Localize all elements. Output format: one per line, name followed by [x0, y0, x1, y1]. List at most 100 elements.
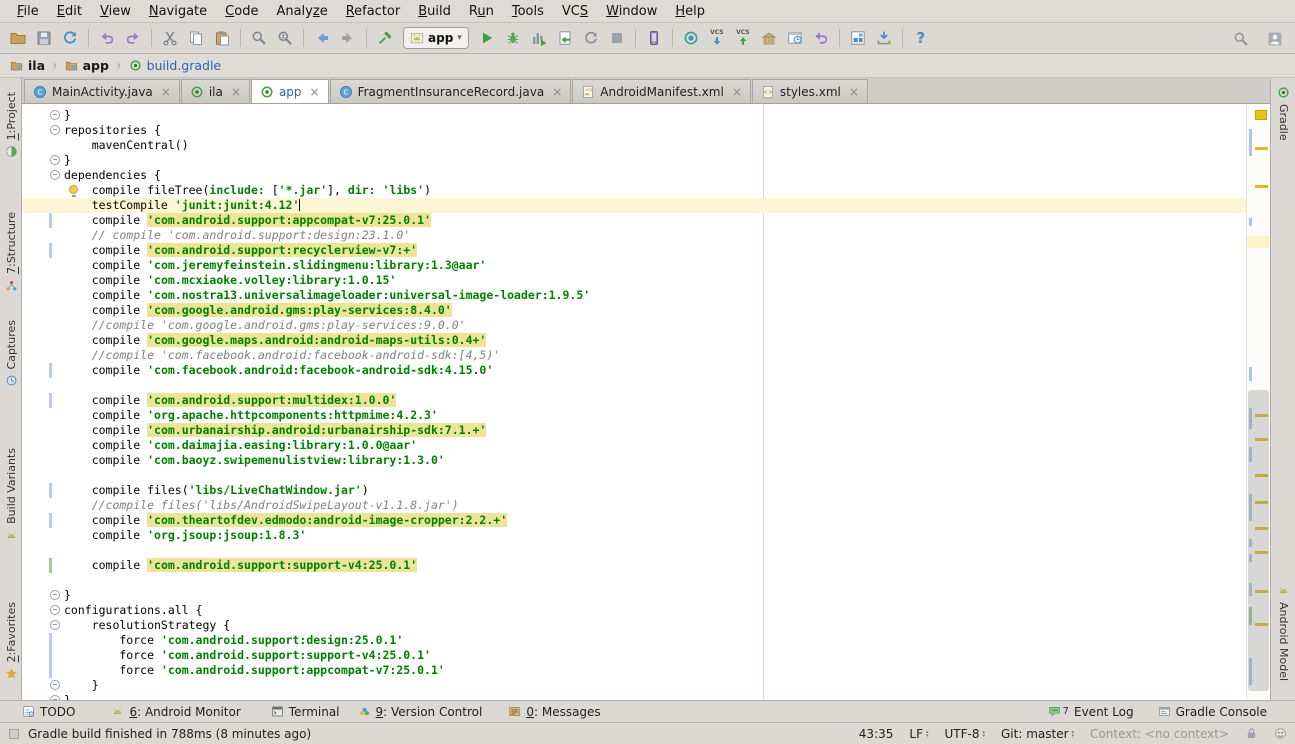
code-line[interactable]	[22, 468, 1246, 483]
menu-item-vcs[interactable]: VCS	[553, 4, 597, 19]
line-separator-widget[interactable]: LF ▴ ▾	[909, 727, 928, 741]
gutter[interactable]: −	[22, 123, 64, 138]
shelve-button[interactable]	[757, 26, 781, 50]
code-text[interactable]: }	[64, 588, 71, 603]
vcs-change-marker[interactable]	[49, 393, 52, 408]
code-text[interactable]: compile 'com.urbanairship.android:urbana…	[64, 423, 487, 438]
gutter[interactable]: −	[22, 678, 64, 693]
close-icon[interactable]: ×	[849, 85, 859, 99]
debug-button[interactable]	[501, 26, 525, 50]
fold-icon[interactable]: −	[50, 155, 60, 165]
code-text[interactable]: //compile files('libs/AndroidSwipeLayout…	[64, 498, 459, 513]
code-line[interactable]	[22, 543, 1246, 558]
gutter[interactable]	[22, 543, 64, 558]
code-text[interactable]: compile 'com.google.maps.android:android…	[64, 333, 487, 348]
code-line[interactable]: //compile 'com.facebook.android:facebook…	[22, 348, 1246, 363]
fold-icon[interactable]: −	[50, 170, 60, 180]
code-line[interactable]	[22, 378, 1246, 393]
gutter[interactable]	[22, 318, 64, 333]
tab-fragmentinsurancerecord-java[interactable]: C FragmentInsuranceRecord.java ×	[329, 79, 572, 103]
vcs-change-marker[interactable]	[49, 483, 52, 498]
tool-button-structure[interactable]: 7:Structure	[0, 212, 22, 292]
vcs-change-marker[interactable]	[49, 213, 52, 228]
code-line[interactable]: compile 'com.google.android.gms:play-ser…	[22, 303, 1246, 318]
avd-manager-button[interactable]	[642, 26, 666, 50]
gutter[interactable]	[22, 258, 64, 273]
gutter[interactable]	[22, 138, 64, 153]
code-line[interactable]: compile files('libs/LiveChatWindow.jar')	[22, 483, 1246, 498]
code-line[interactable]: compile 'com.baoyz.swipemenulistview:lib…	[22, 453, 1246, 468]
gutter[interactable]	[22, 513, 64, 528]
gutter[interactable]	[22, 363, 64, 378]
vcs-change-marker[interactable]	[49, 648, 52, 663]
gutter[interactable]	[22, 558, 64, 573]
fold-icon[interactable]: −	[50, 110, 60, 120]
gutter[interactable]	[22, 288, 64, 303]
code-text[interactable]: compile 'com.jeremyfeinstein.slidingmenu…	[64, 258, 487, 273]
code-line[interactable]: compile 'com.android.support:recyclervie…	[22, 243, 1246, 258]
code-text[interactable]: dependencies {	[64, 168, 161, 183]
code-line[interactable]: compile 'org.jsoup:jsoup:1.8.3'	[22, 528, 1246, 543]
intention-bulb-icon[interactable]	[69, 185, 78, 197]
tool-button-android-monitor[interactable]: 6: Android Monitor	[111, 705, 241, 719]
revert-button[interactable]	[809, 26, 833, 50]
menu-item-view[interactable]: View	[91, 4, 140, 19]
code-text[interactable]: //compile 'com.google.android.gms:play-s…	[64, 318, 466, 333]
code-text[interactable]: compile files('libs/LiveChatWindow.jar')	[64, 483, 369, 498]
search-everywhere-button[interactable]	[1229, 27, 1253, 51]
fold-icon[interactable]: −	[50, 590, 60, 600]
inspections-hector-icon[interactable]	[1274, 727, 1287, 740]
cut-button[interactable]	[158, 26, 182, 50]
close-icon[interactable]: ×	[310, 85, 320, 99]
tool-button-android-model[interactable]: Android Model	[1271, 584, 1295, 681]
code-line[interactable]: force 'com.android.support:design:25.0.1…	[22, 633, 1246, 648]
vcs-update-button[interactable]: VCS	[705, 26, 729, 50]
undo-button[interactable]	[95, 26, 119, 50]
make-project-button[interactable]	[373, 26, 397, 50]
close-icon[interactable]: ×	[732, 85, 742, 99]
code-line[interactable]: //compile 'com.google.android.gms:play-s…	[22, 318, 1246, 333]
code-line[interactable]: −}	[22, 153, 1246, 168]
code-text[interactable]: configurations.all {	[64, 603, 202, 618]
forward-button[interactable]	[336, 26, 360, 50]
code-line[interactable]: compile 'com.jeremyfeinstein.slidingmenu…	[22, 258, 1246, 273]
close-icon[interactable]: ×	[231, 85, 241, 99]
back-button[interactable]	[310, 26, 334, 50]
gutter[interactable]	[22, 408, 64, 423]
gutter[interactable]	[22, 303, 64, 318]
stripe-warning-mark[interactable]	[1255, 185, 1268, 188]
code-line[interactable]: // compile 'com.android.support:design:2…	[22, 228, 1246, 243]
code-text[interactable]: repositories {	[64, 123, 161, 138]
stripe-warning-mark[interactable]	[1255, 147, 1268, 150]
stripe-change-mark[interactable]	[1249, 129, 1252, 156]
stop-button[interactable]	[605, 26, 629, 50]
code-text[interactable]: resolutionStrategy {	[64, 618, 230, 633]
tool-button-todo[interactable]: TODO	[22, 705, 75, 719]
run-with-coverage-button[interactable]	[527, 26, 551, 50]
code-text[interactable]: force 'com.android.support:design:25.0.1…	[64, 633, 403, 648]
code-text[interactable]: testCompile 'junit:junit:4.12'	[64, 198, 301, 213]
code-line[interactable]: compile 'com.android.support:support-v4:…	[22, 558, 1246, 573]
gutter[interactable]	[22, 528, 64, 543]
code-text[interactable]: //compile 'com.facebook.android:facebook…	[64, 348, 501, 363]
tool-button-version-control[interactable]: 9: Version Control	[358, 705, 482, 719]
stripe-change-mark[interactable]	[1249, 218, 1252, 226]
code-text[interactable]: compile 'com.daimajia.easing:library:1.0…	[64, 438, 417, 453]
code-text[interactable]: }	[64, 678, 99, 693]
code-line[interactable]: mavenCentral()	[22, 138, 1246, 153]
breadcrumb-item-ila[interactable]: ila	[10, 58, 45, 73]
sdk-manager-button[interactable]	[872, 26, 896, 50]
tab-styles-xml[interactable]: <> styles.xml ×	[751, 79, 868, 103]
recent-changes-button[interactable]	[783, 26, 807, 50]
profile-button[interactable]	[1263, 27, 1287, 51]
project-structure-button[interactable]	[846, 26, 870, 50]
gutter[interactable]	[22, 498, 64, 513]
menu-item-edit[interactable]: Edit	[48, 4, 91, 19]
gutter[interactable]	[22, 423, 64, 438]
vcs-change-marker[interactable]	[49, 363, 52, 378]
attach-debugger-button[interactable]	[553, 26, 577, 50]
code-line[interactable]: compile 'com.daimajia.easing:library:1.0…	[22, 438, 1246, 453]
stripe-change-mark[interactable]	[1249, 367, 1252, 381]
menu-item-refactor[interactable]: Refactor	[337, 4, 410, 19]
vcs-change-marker[interactable]	[49, 513, 52, 528]
